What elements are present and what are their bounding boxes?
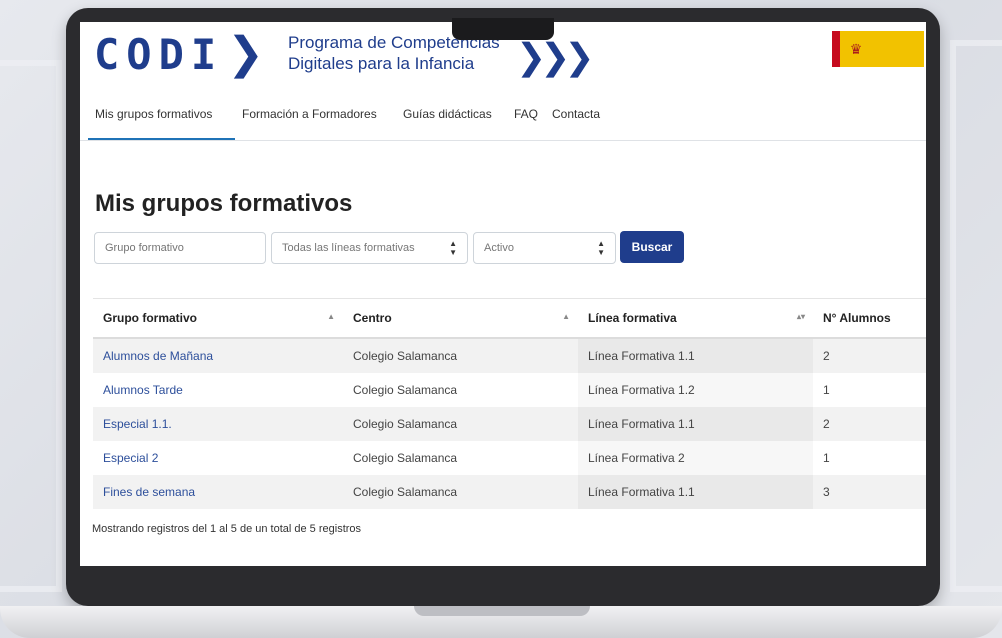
active-tab-indicator (88, 138, 235, 140)
alumnos-cell: 1 (823, 383, 830, 397)
column-header-label: Grupo formativo (103, 311, 198, 325)
linea-cell: Línea Formativa 1.1 (578, 338, 813, 373)
select-arrows-icon: ▲ ▼ (597, 239, 605, 257)
column-header-label: N° Alumnos (823, 311, 891, 325)
background-frame-right (950, 40, 1002, 592)
grupo-cell[interactable]: Especial 1.1. (93, 407, 343, 441)
grupo-link[interactable]: Especial 1.1. (103, 417, 172, 431)
linea-formativa-selected: Todas las líneas formativas (282, 242, 415, 254)
logo-text: CODI (94, 29, 224, 79)
laptop-groove (414, 606, 590, 616)
sort-icon: ▲ (327, 312, 335, 321)
estado-select[interactable]: Activo ▲ ▼ (473, 232, 616, 264)
alumnos-cell: 2 (813, 338, 926, 373)
buscar-button[interactable]: Buscar (620, 231, 684, 263)
camera-notch (452, 18, 554, 40)
grupo-cell[interactable]: Especial 2 (93, 441, 343, 475)
alumnos-cell: 1 (823, 451, 830, 465)
page-title: Mis grupos formativos (95, 190, 353, 217)
sort-icon: ▴▾ (796, 312, 805, 321)
grupo-link[interactable]: Alumnos Tarde (103, 383, 183, 397)
column-header-linea[interactable]: Línea formativa ▴▾ (578, 298, 813, 339)
centro-cell: Colegio Salamanca (343, 475, 578, 509)
codi-logo[interactable]: CODI ❯ (94, 26, 264, 82)
centro-cell: Colegio Salamanca (353, 451, 458, 465)
column-header-centro[interactable]: Centro ▲ (343, 298, 578, 339)
main-nav: Mis grupos formativos Formación a Formad… (80, 100, 926, 141)
government-logo: ♛ (832, 31, 924, 67)
centro-cell: Colegio Salamanca (353, 383, 458, 397)
alumnos-cell: 2 (813, 407, 926, 441)
table-info-text: Mostrando registros del 1 al 5 de un tot… (92, 523, 362, 535)
alumnos-cell: 3 (813, 475, 926, 509)
grupo-link[interactable]: Fines de semana (103, 485, 195, 499)
coat-of-arms-icon: ♛ (840, 31, 872, 67)
centro-cell: Colegio Salamanca (343, 407, 578, 441)
background-frame-left (0, 60, 62, 592)
grupo-formativo-search-input[interactable] (94, 232, 266, 264)
table-header-row: Grupo formativo ▲ Centro ▲ Línea formati… (93, 298, 926, 339)
government-emblem-text (872, 31, 924, 67)
subtitle-line-2: Digitales para la Infancia (288, 54, 475, 73)
nav-item-formacion-formadores[interactable]: Formación a Formadores (242, 107, 377, 121)
table-row: Fines de semana Colegio Salamanca Línea … (93, 475, 926, 509)
chevron-right-icon: ❯ (227, 29, 265, 78)
linea-cell: Línea Formativa 1.1 (578, 475, 813, 509)
grupo-cell[interactable]: Alumnos Tarde (93, 373, 343, 407)
table-row: Alumnos de Mañana Colegio Salamanca Líne… (93, 338, 926, 373)
column-header-grupo[interactable]: Grupo formativo ▲ (93, 298, 343, 339)
grupos-table: Grupo formativo ▲ Centro ▲ Línea formati… (93, 298, 926, 509)
column-header-alumnos[interactable]: N° Alumnos (813, 298, 926, 339)
column-header-label: Centro (353, 311, 392, 325)
estado-selected: Activo (484, 242, 514, 254)
column-header-label: Línea formativa (588, 311, 677, 325)
sort-icon: ▲ (562, 312, 570, 321)
linea-cell: Línea Formativa 2 (578, 441, 813, 475)
table-row: Especial 1.1. Colegio Salamanca Línea Fo… (93, 407, 926, 441)
nav-item-contacta[interactable]: Contacta (552, 107, 600, 121)
linea-formativa-select[interactable]: Todas las líneas formativas ▲ ▼ (271, 232, 468, 264)
grupo-link[interactable]: Especial 2 (103, 451, 158, 465)
grupo-link[interactable]: Alumnos de Mañana (103, 349, 213, 363)
nav-item-faq[interactable]: FAQ (514, 107, 538, 121)
linea-cell: Línea Formativa 1.2 (578, 373, 813, 407)
browser-screen: CODI ❯ Programa de Competencias Digitale… (80, 22, 926, 566)
linea-cell: Línea Formativa 1.1 (578, 407, 813, 441)
flag-stripe (832, 31, 840, 67)
select-arrows-icon: ▲ ▼ (449, 239, 457, 257)
table-row: Alumnos Tarde Colegio Salamanca Línea Fo… (93, 373, 926, 407)
table-row: Especial 2 Colegio Salamanca Línea Forma… (93, 441, 926, 475)
nav-item-mis-grupos[interactable]: Mis grupos formativos (95, 107, 212, 121)
grupo-cell[interactable]: Fines de semana (93, 475, 343, 509)
centro-cell: Colegio Salamanca (343, 338, 578, 373)
nav-item-guias-didacticas[interactable]: Guías didácticas (403, 107, 492, 121)
grupo-cell[interactable]: Alumnos de Mañana (93, 338, 343, 373)
triple-chevron-icon: ❯❯❯ (516, 36, 594, 77)
